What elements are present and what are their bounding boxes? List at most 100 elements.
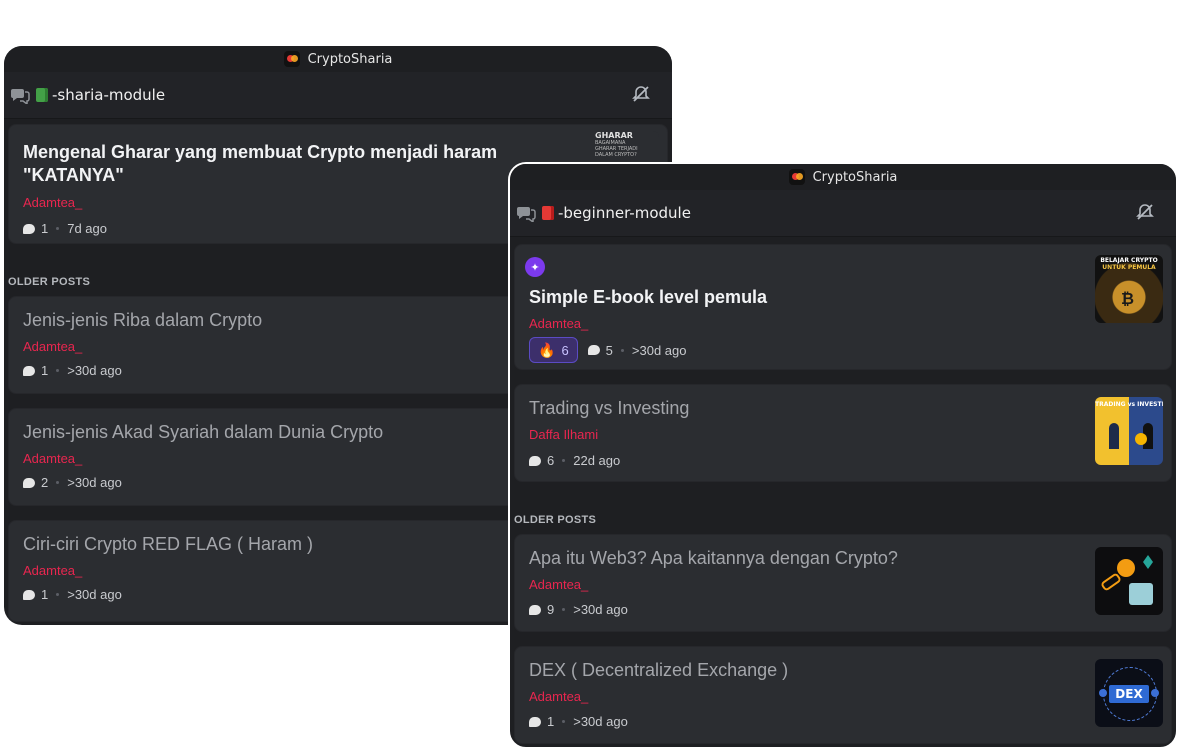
post-card[interactable]: Apa itu Web3? Apa kaitannya dengan Crypt… — [514, 534, 1172, 632]
forum-channel-icon — [10, 86, 30, 104]
comment-count: 1 — [41, 221, 49, 236]
post-author[interactable]: Adamtea_ — [529, 316, 588, 331]
app-title: CryptoSharia — [812, 169, 898, 185]
ethereum-icon — [1143, 555, 1153, 569]
person-figure — [1109, 423, 1119, 449]
chain-link-icon — [1099, 572, 1123, 592]
post-meta: 🔥 6 5 >30d ago — [529, 337, 687, 363]
post-meta: 1 >30d ago — [23, 363, 122, 378]
green-book-icon — [36, 88, 48, 102]
title-bar: CryptoSharia — [510, 164, 1176, 190]
post-title: Ciri-ciri Crypto RED FLAG ( Haram ) — [23, 534, 314, 554]
post-time: >30d ago — [573, 602, 628, 617]
section-older-posts: OLDER POSTS — [8, 276, 91, 288]
thumb-text: TRADING vs INVESTING — [1095, 401, 1163, 408]
section-older-posts: OLDER POSTS — [514, 514, 597, 526]
post-meta: 6 22d ago — [529, 453, 620, 468]
post-title: Jenis-jenis Riba dalam Crypto — [23, 310, 263, 330]
app-logo-icon — [788, 169, 805, 185]
separator-dot — [562, 459, 566, 462]
post-thumbnail — [1095, 547, 1163, 615]
comment-icon — [529, 455, 541, 466]
post-meta: 1 7d ago — [23, 221, 107, 236]
post-title: DEX ( Decentralized Exchange ) — [529, 660, 789, 680]
reaction-button[interactable]: 🔥 6 — [529, 337, 578, 363]
bitcoin-icon: ₿ — [1121, 289, 1135, 308]
thumb-heading: GHARAR — [595, 131, 633, 140]
fire-icon: 🔥 — [538, 341, 556, 358]
thumb-subheading: UNTUK PEMULA — [1102, 264, 1156, 271]
comment-count: 2 — [41, 475, 49, 490]
notification-muted-icon[interactable] — [632, 85, 650, 107]
comment-count: 9 — [547, 602, 555, 617]
comment-count: 1 — [41, 587, 49, 602]
right-window: CryptoSharia -beginner-module ✦ Simple E… — [508, 162, 1178, 749]
comment-count: 1 — [547, 714, 555, 729]
separator-dot — [620, 348, 624, 352]
token-icon — [1099, 689, 1107, 697]
post-time: >30d ago — [631, 342, 687, 358]
channel-name: -beginner-module — [558, 204, 691, 222]
post-time: 7d ago — [67, 221, 107, 236]
post-title: Simple E-book level pemula — [529, 287, 768, 307]
post-thumbnail: DEX — [1095, 659, 1163, 727]
channel-header: -beginner-module — [510, 190, 1176, 237]
post-meta: 2 >30d ago — [23, 475, 122, 490]
notification-muted-icon[interactable] — [1136, 203, 1154, 225]
post-author[interactable]: Daffa Ilhami — [529, 427, 598, 442]
post-meta: 1 >30d ago — [23, 587, 122, 602]
pin-icon: ✦ — [525, 257, 545, 277]
thumb-heading: BELAJAR CRYPTO — [1100, 257, 1158, 264]
separator-dot — [562, 720, 566, 723]
post-time: >30d ago — [67, 475, 122, 490]
separator-dot — [56, 227, 60, 230]
post-author[interactable]: Adamtea_ — [23, 195, 82, 210]
post-author[interactable]: Adamtea_ — [23, 563, 82, 578]
post-feed: ✦ Simple E-book level pemula Adamtea_ 🔥 … — [510, 236, 1176, 747]
wallet-icon — [1129, 583, 1153, 605]
separator-dot — [562, 608, 566, 611]
comment-icon — [529, 604, 541, 615]
app-logo-icon — [283, 51, 300, 67]
comment-icon — [23, 365, 35, 376]
post-time: >30d ago — [573, 714, 628, 729]
dex-label: DEX — [1109, 685, 1149, 703]
comment-count: 5 — [605, 342, 613, 358]
post-title: Mengenal Gharar yang membuat Crypto menj… — [23, 142, 498, 185]
bitcoin-coin-icon — [1117, 559, 1135, 577]
forum-channel-icon — [516, 204, 536, 222]
separator-dot — [56, 593, 60, 596]
coin-icon — [1135, 433, 1147, 445]
comment-icon — [23, 589, 35, 600]
comment-icon — [23, 223, 35, 234]
post-author[interactable]: Adamtea_ — [529, 689, 588, 704]
separator-dot — [56, 369, 60, 372]
app-title: CryptoSharia — [307, 51, 393, 67]
title-bar: CryptoSharia — [4, 46, 672, 72]
comment-count: 1 — [41, 363, 49, 378]
token-icon — [1151, 689, 1159, 697]
comment-count: 6 — [547, 453, 555, 468]
separator-dot — [56, 481, 60, 484]
post-title: Jenis-jenis Akad Syariah dalam Dunia Cry… — [23, 422, 384, 442]
post-author[interactable]: Adamtea_ — [23, 339, 82, 354]
post-meta: 9 >30d ago — [529, 602, 628, 617]
reaction-count: 6 — [561, 342, 569, 358]
post-title: Trading vs Investing — [529, 398, 690, 418]
red-book-icon — [542, 206, 554, 220]
comment-icon — [23, 477, 35, 488]
post-time: >30d ago — [67, 363, 122, 378]
post-meta: 1 >30d ago — [529, 714, 628, 729]
post-card[interactable]: Trading vs Investing Daffa Ilhami 6 22d … — [514, 384, 1172, 482]
post-author[interactable]: Adamtea_ — [529, 577, 588, 592]
comment-icon — [529, 716, 541, 727]
channel-name: -sharia-module — [52, 86, 166, 104]
post-card[interactable]: DEX ( Decentralized Exchange ) Adamtea_ … — [514, 646, 1172, 744]
comment-icon — [587, 345, 600, 355]
post-thumbnail: BELAJAR CRYPTO UNTUK PEMULA ₿ — [1095, 255, 1163, 323]
post-card-pinned[interactable]: ✦ Simple E-book level pemula Adamtea_ 🔥 … — [514, 244, 1172, 370]
post-title: Apa itu Web3? Apa kaitannya dengan Crypt… — [529, 548, 898, 568]
thumb-line: DALAM CRYPTO? — [595, 152, 637, 158]
post-time: 22d ago — [573, 453, 621, 468]
post-author[interactable]: Adamtea_ — [23, 451, 82, 466]
